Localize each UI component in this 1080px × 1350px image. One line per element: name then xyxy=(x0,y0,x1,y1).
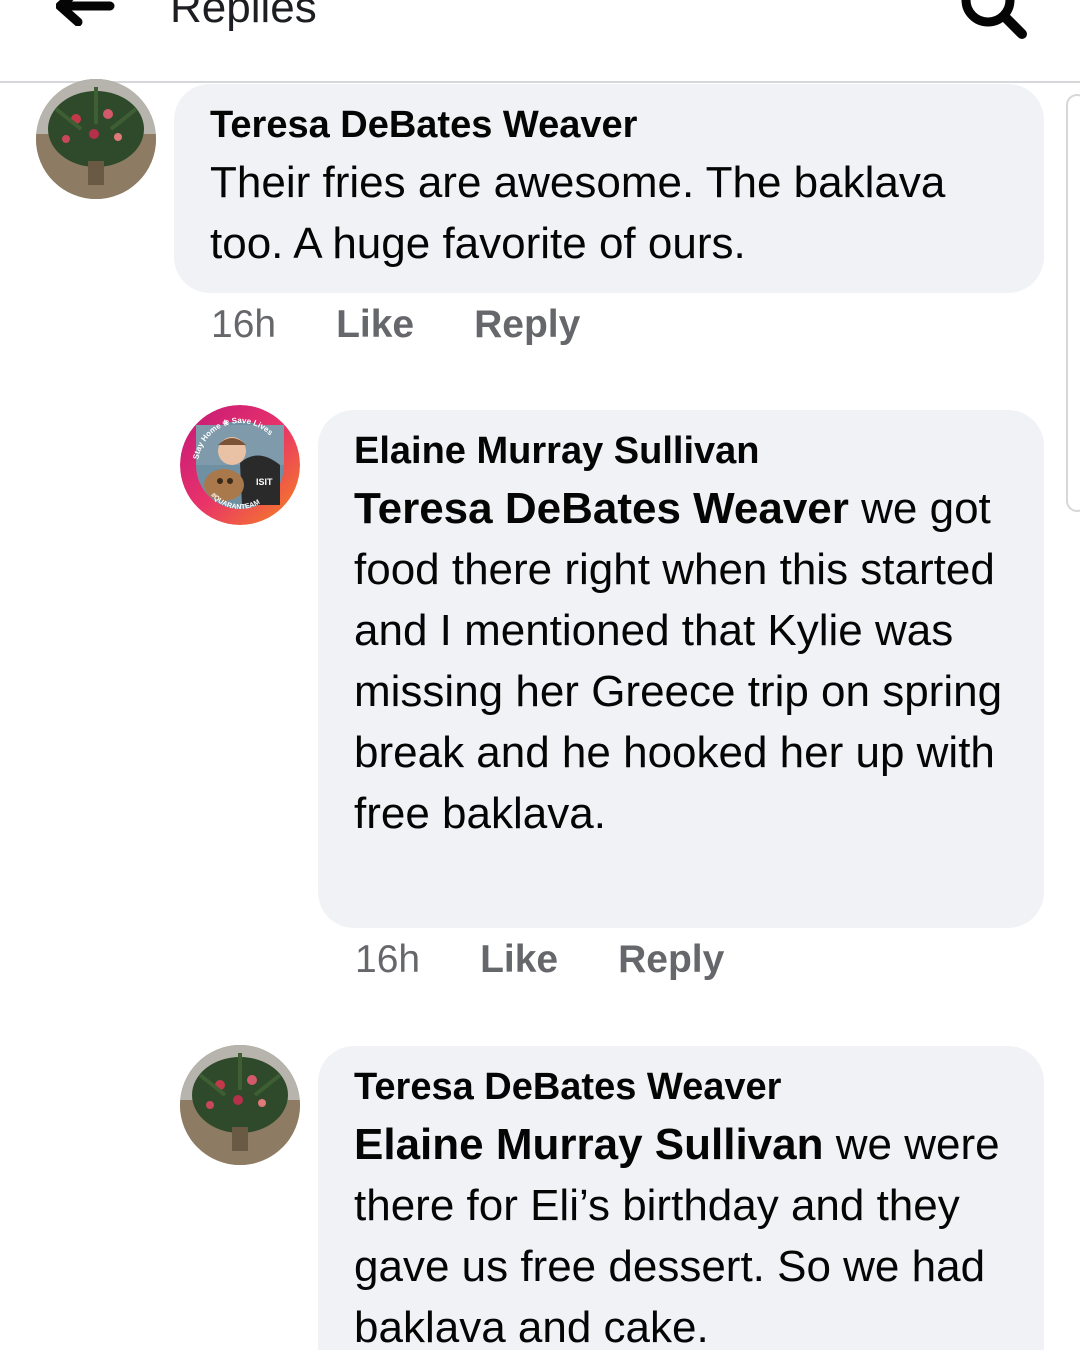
comment-actions: 16h Like Reply xyxy=(211,300,580,350)
back-arrow-icon xyxy=(55,0,115,27)
comment-body: Their fries are awesome. The baklava too… xyxy=(210,158,946,268)
page-title: Replies xyxy=(170,0,317,32)
quaranteam-frame-avatar-image: ISIT Stay Home ❀ Save Lives #QUARANTEAM xyxy=(180,405,300,525)
avatar[interactable] xyxy=(36,79,156,199)
comment-text: Elaine Murray Sullivan we were there for… xyxy=(354,1114,1008,1350)
back-button[interactable] xyxy=(55,0,116,27)
comment-bubble[interactable]: Teresa DeBates Weaver Their fries are aw… xyxy=(174,84,1044,293)
comment-author[interactable]: Teresa DeBates Weaver xyxy=(210,102,1008,148)
comment-text: Teresa DeBates Weaver we got food there … xyxy=(354,478,1008,844)
comment-bubble[interactable]: Elaine Murray Sullivan Teresa DeBates We… xyxy=(318,410,1044,928)
scroll-indicator[interactable] xyxy=(1066,94,1080,512)
reply-button[interactable]: Reply xyxy=(474,300,580,350)
comment-bubble[interactable]: Teresa DeBates Weaver Elaine Murray Sull… xyxy=(318,1046,1044,1350)
like-button[interactable]: Like xyxy=(336,300,414,350)
comment-actions: 16h Like Reply xyxy=(355,935,724,985)
comment-author[interactable]: Teresa DeBates Weaver xyxy=(354,1064,1008,1110)
avatar[interactable] xyxy=(180,1045,300,1165)
comment-timestamp[interactable]: 16h xyxy=(211,300,276,350)
avatar-shirt-text: ISIT xyxy=(256,477,273,487)
avatar[interactable]: ISIT Stay Home ❀ Save Lives #QUARANTEAM xyxy=(180,405,300,525)
search-button[interactable] xyxy=(956,0,1036,40)
reply-button[interactable]: Reply xyxy=(618,935,724,985)
comment-body: we got food there right when this starte… xyxy=(354,484,1003,838)
mention-link[interactable]: Elaine Murray Sullivan xyxy=(354,1120,824,1169)
comment-author[interactable]: Elaine Murray Sullivan xyxy=(354,428,1008,474)
flower-arrangement-avatar-image xyxy=(36,79,156,199)
comment-text: Their fries are awesome. The baklava too… xyxy=(210,152,1008,274)
mention-link[interactable]: Teresa DeBates Weaver xyxy=(354,484,849,533)
flower-arrangement-avatar-image xyxy=(180,1045,300,1165)
app-header: Replies xyxy=(0,0,1080,83)
comment-timestamp[interactable]: 16h xyxy=(355,935,420,985)
like-button[interactable]: Like xyxy=(480,935,558,985)
search-icon xyxy=(961,0,1027,39)
replies-screen: Replies Teresa DeBates Weaver Their frie… xyxy=(0,0,1080,1350)
